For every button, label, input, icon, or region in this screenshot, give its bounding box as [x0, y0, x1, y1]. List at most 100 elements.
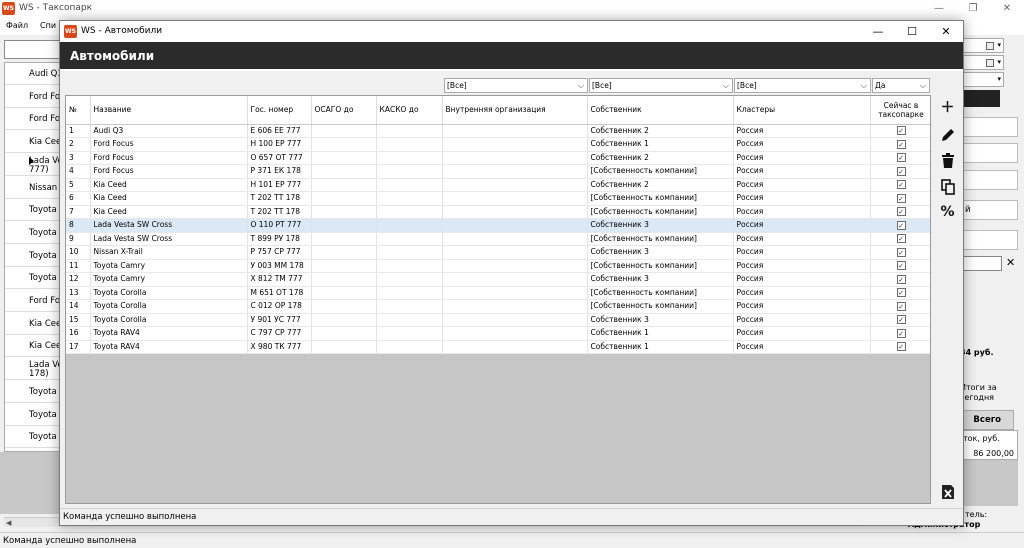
checkbox-checked-icon[interactable]: ✓ [896, 220, 906, 230]
cell-in-park[interactable]: ✓ [870, 205, 930, 219]
checkbox-checked-icon[interactable]: ✓ [896, 166, 906, 176]
cell-clusters[interactable]: Россия [733, 151, 871, 165]
cell-organization[interactable] [442, 218, 588, 233]
table-row[interactable]: 17 Toyota RAV4 Х 980 ТК 777 Собственник 1 Ро… [66, 340, 930, 354]
cell-in-park[interactable]: ✓ [870, 299, 930, 314]
cell-kasko[interactable] [376, 191, 443, 206]
cell-osago[interactable] [311, 218, 377, 233]
cell-osago[interactable] [311, 340, 377, 354]
cell-number[interactable]: 1 [66, 124, 91, 138]
cell-clusters[interactable]: Россия [733, 232, 871, 246]
list-item[interactable]: Toyota [5, 381, 63, 403]
cell-organization[interactable] [442, 191, 588, 206]
cell-owner[interactable]: [Собственность компании] [587, 232, 734, 246]
checkbox-checked-icon[interactable]: ✓ [896, 247, 906, 257]
cell-clusters[interactable]: Россия [733, 191, 871, 206]
cell-osago[interactable] [311, 259, 377, 273]
checkbox-checked-icon[interactable]: ✓ [896, 153, 906, 163]
cell-clusters[interactable]: Россия [733, 299, 871, 314]
cell-in-park[interactable]: ✓ [870, 326, 930, 341]
cell-owner[interactable]: Собственник 3 [587, 245, 734, 260]
cell-kasko[interactable] [376, 340, 443, 354]
col-header-organization[interactable]: Внутренняя организация [442, 96, 588, 125]
col-header-osago[interactable]: ОСАГО до [311, 96, 377, 125]
cell-clusters[interactable]: Россия [733, 272, 871, 287]
table-row[interactable]: 2 Ford Focus Н 100 ЕР 777 Собственник 1 Росс… [66, 137, 930, 152]
cell-in-park[interactable]: ✓ [870, 340, 930, 354]
cell-plate[interactable]: Е 606 ЕЕ 777 [247, 124, 312, 138]
cell-osago[interactable] [311, 232, 377, 246]
cell-osago[interactable] [311, 137, 377, 152]
table-row[interactable]: 11 Toyota Camry У 003 ММ 178 [Собственность… [66, 259, 930, 273]
cell-owner[interactable]: [Собственность компании] [587, 299, 734, 314]
list-item[interactable]: Ford Fo [5, 108, 63, 131]
cell-organization[interactable] [442, 178, 588, 192]
cell-osago[interactable] [311, 286, 377, 300]
col-header-number[interactable]: № [66, 96, 91, 125]
cell-owner[interactable]: [Собственность компании] [587, 286, 734, 300]
cell-owner[interactable]: [Собственность компании] [587, 259, 734, 273]
cell-number[interactable]: 16 [66, 326, 91, 341]
main-right-combo-3[interactable]: ▾ [960, 72, 1004, 87]
cell-kasko[interactable] [376, 299, 443, 314]
filter-in-park[interactable]: Да ⌵ [872, 78, 930, 93]
col-header-clusters[interactable]: Кластеры [733, 96, 871, 125]
cell-in-park[interactable]: ✓ [870, 218, 930, 233]
cell-name[interactable]: Toyota Corolla [90, 313, 248, 327]
cell-number[interactable]: 7 [66, 205, 91, 219]
cell-name[interactable]: Lada Vesta SW Cross [90, 232, 248, 246]
cell-owner[interactable]: Собственник 1 [587, 326, 734, 341]
cell-owner[interactable]: Собственник 2 [587, 178, 734, 192]
cell-owner[interactable]: Собственник 1 [587, 340, 734, 354]
cell-name[interactable]: Kia Ceed [90, 178, 248, 192]
cell-in-park[interactable]: ✓ [870, 245, 930, 260]
cell-number[interactable]: 14 [66, 299, 91, 314]
list-item[interactable]: Toyota [5, 199, 63, 222]
cell-number[interactable]: 15 [66, 313, 91, 327]
main-right-box-2[interactable] [960, 143, 1018, 163]
cell-number[interactable]: 12 [66, 272, 91, 287]
list-item[interactable]: Kia Cee [5, 131, 63, 154]
table-row[interactable]: 4 Ford Focus Р 371 ЕК 178 [Собственность ко… [66, 164, 930, 179]
cell-osago[interactable] [311, 326, 377, 341]
checkbox-checked-icon[interactable]: ✓ [896, 139, 906, 149]
main-right-box-4[interactable]: й [960, 200, 1018, 220]
cell-kasko[interactable] [376, 313, 443, 327]
cell-number[interactable]: 3 [66, 151, 91, 165]
cell-number[interactable]: 17 [66, 340, 91, 354]
main-right-combo-1[interactable]: ▾ [960, 38, 1004, 53]
cell-kasko[interactable] [376, 164, 443, 179]
list-item[interactable]: Toyota [5, 222, 63, 244]
scroll-left-icon[interactable]: ◀ [6, 519, 11, 527]
list-item[interactable]: Kia Cee [5, 335, 63, 358]
clear-icon[interactable]: ✕ [1006, 256, 1015, 269]
cell-clusters[interactable]: Россия [733, 178, 871, 192]
cell-kasko[interactable] [376, 137, 443, 152]
cell-clusters[interactable]: Россия [733, 137, 871, 152]
cell-in-park[interactable]: ✓ [870, 259, 930, 273]
checkbox-checked-icon[interactable]: ✓ [896, 126, 906, 136]
cell-owner[interactable]: Собственник 2 [587, 151, 734, 165]
cell-plate[interactable]: Х 812 ТМ 777 [247, 272, 312, 287]
cell-plate[interactable]: Р 757 СР 777 [247, 245, 312, 260]
cell-clusters[interactable]: Россия [733, 218, 871, 233]
cell-in-park[interactable]: ✓ [870, 178, 930, 192]
cell-in-park[interactable]: ✓ [870, 124, 930, 138]
list-item[interactable]: Lada Ve 777) [5, 154, 63, 176]
cell-osago[interactable] [311, 299, 377, 314]
cell-plate[interactable]: Н 101 ЕР 777 [247, 178, 312, 192]
list-item[interactable]: Ford Fo [5, 290, 63, 312]
cell-osago[interactable] [311, 178, 377, 192]
cell-number[interactable]: 11 [66, 259, 91, 273]
col-header-plate[interactable]: Гос. номер [247, 96, 312, 125]
cell-name[interactable]: Kia Ceed [90, 191, 248, 206]
cell-plate[interactable]: Т 202 ТТ 178 [247, 191, 312, 206]
cell-kasko[interactable] [376, 272, 443, 287]
checkbox-checked-icon[interactable]: ✓ [896, 274, 906, 284]
cell-name[interactable]: Toyota RAV4 [90, 340, 248, 354]
cell-owner[interactable]: [Собственность компании] [587, 205, 734, 219]
main-close-icon[interactable]: ✕ [990, 0, 1024, 17]
list-item[interactable]: Toyota [5, 267, 63, 290]
cell-name[interactable]: Lada Vesta SW Cross [90, 218, 248, 233]
main-right-box-3[interactable] [960, 170, 1018, 190]
